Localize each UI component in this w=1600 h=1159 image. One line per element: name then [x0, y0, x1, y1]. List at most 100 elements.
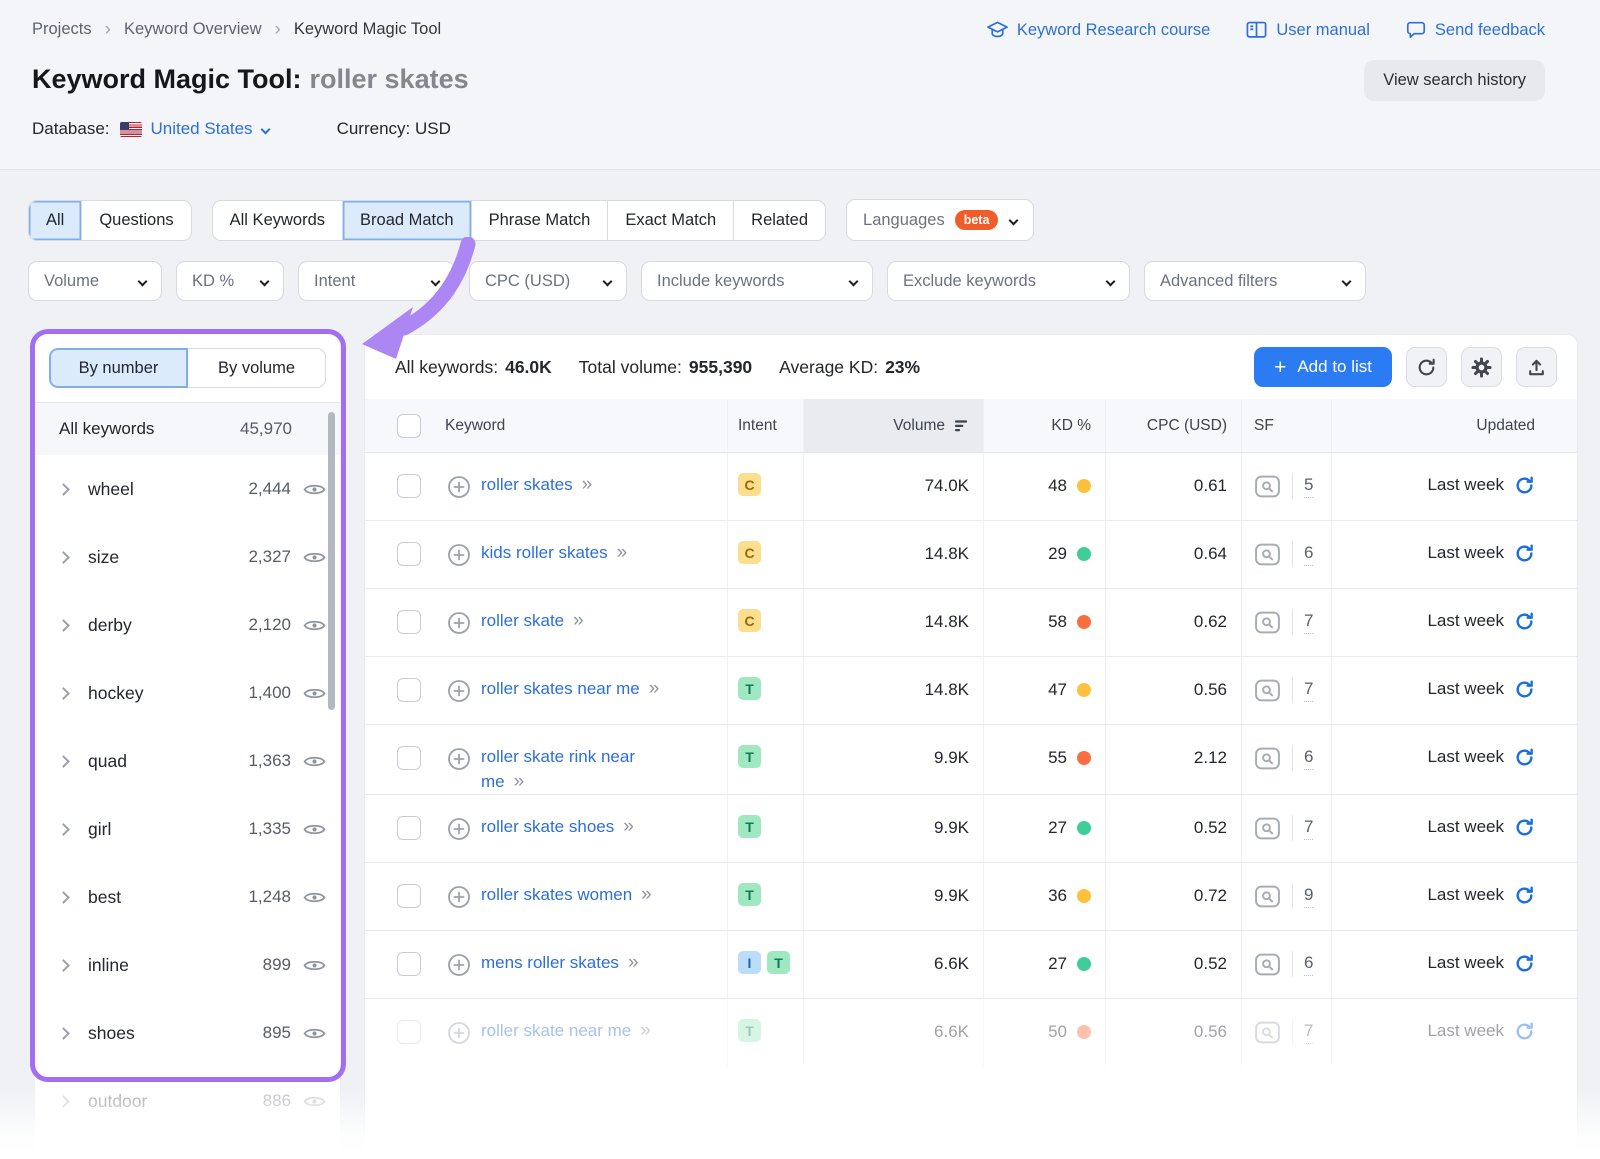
refresh-metrics-icon[interactable] — [1514, 1021, 1535, 1042]
serp-features-icon[interactable] — [1254, 746, 1281, 771]
row-checkbox[interactable] — [397, 952, 421, 976]
view-search-history-button[interactable]: View search history — [1364, 60, 1545, 101]
tab-questions[interactable]: Questions — [82, 201, 190, 240]
chevron-right-icon[interactable] — [57, 959, 70, 972]
chevron-right-icon[interactable] — [57, 755, 70, 768]
keyword-link[interactable]: roller skate shoes — [481, 817, 614, 836]
sidebar-group-quad[interactable]: quad 1,363 — [35, 727, 340, 795]
chevron-right-icon[interactable] — [57, 619, 70, 632]
row-checkbox[interactable] — [397, 816, 421, 840]
expand-keyword-icon[interactable]: » — [573, 610, 585, 631]
sidebar-group-girl[interactable]: girl 1,335 — [35, 795, 340, 863]
expand-keyword-icon[interactable]: » — [623, 816, 635, 837]
breadcrumb-item[interactable]: Keyword Magic Tool — [294, 20, 441, 39]
chevron-right-icon[interactable] — [57, 891, 70, 904]
refresh-button[interactable] — [1406, 347, 1447, 387]
row-checkbox[interactable] — [397, 1020, 421, 1044]
refresh-metrics-icon[interactable] — [1514, 953, 1535, 974]
keyword-link[interactable]: roller skates near me — [481, 679, 640, 698]
filter-advanced-filters[interactable]: Advanced filters — [1144, 261, 1366, 301]
eye-icon[interactable] — [303, 550, 326, 565]
column-header-volume[interactable]: Volume — [803, 399, 983, 452]
serp-features-icon[interactable] — [1254, 952, 1281, 977]
sidebar-group-derby[interactable]: derby 2,120 — [35, 591, 340, 659]
tab-all[interactable]: All — [29, 201, 82, 240]
expand-keyword-icon[interactable]: » — [628, 952, 640, 973]
eye-icon[interactable] — [303, 890, 326, 905]
header-link[interactable]: Send feedback — [1406, 20, 1545, 40]
filter-cpc-usd-[interactable]: CPC (USD) — [469, 261, 627, 301]
sidebar-item-all-keywords[interactable]: All keywords 45,970 — [35, 403, 340, 455]
expand-keyword-icon[interactable]: » — [649, 678, 661, 699]
sf-count[interactable]: 7 — [1304, 817, 1313, 840]
sf-count[interactable]: 5 — [1304, 475, 1313, 498]
refresh-metrics-icon[interactable] — [1514, 885, 1535, 906]
expand-keyword-icon[interactable]: » — [617, 542, 629, 563]
refresh-metrics-icon[interactable] — [1514, 543, 1535, 564]
row-checkbox[interactable] — [397, 678, 421, 702]
breadcrumb-item[interactable]: Projects — [32, 20, 92, 39]
keyword-link[interactable]: roller skate near me — [481, 1021, 631, 1040]
chevron-right-icon[interactable] — [57, 687, 70, 700]
sidebar-group-shoes[interactable]: shoes 895 — [35, 999, 340, 1067]
breadcrumb-item[interactable]: Keyword Overview — [124, 20, 262, 39]
row-checkbox[interactable] — [397, 474, 421, 498]
sf-count[interactable]: 6 — [1304, 543, 1313, 566]
filter-kd-[interactable]: KD % — [176, 261, 284, 301]
add-keyword-icon[interactable] — [447, 885, 471, 909]
eye-icon[interactable] — [303, 1026, 326, 1041]
add-keyword-icon[interactable] — [447, 747, 471, 771]
eye-icon[interactable] — [303, 1094, 326, 1109]
chevron-right-icon[interactable] — [57, 1027, 70, 1040]
chevron-right-icon[interactable] — [57, 483, 70, 496]
serp-features-icon[interactable] — [1254, 884, 1281, 909]
sf-count[interactable]: 7 — [1304, 611, 1313, 634]
tab-exact-match[interactable]: Exact Match — [608, 201, 734, 240]
sf-count[interactable]: 7 — [1304, 679, 1313, 702]
sidebar-group-outdoor[interactable]: outdoor 886 — [35, 1067, 340, 1135]
chevron-right-icon[interactable] — [57, 823, 70, 836]
refresh-metrics-icon[interactable] — [1514, 679, 1535, 700]
eye-icon[interactable] — [303, 482, 326, 497]
serp-features-icon[interactable] — [1254, 816, 1281, 841]
refresh-metrics-icon[interactable] — [1514, 611, 1535, 632]
add-keyword-icon[interactable] — [447, 543, 471, 567]
filter-include-keywords[interactable]: Include keywords — [641, 261, 873, 301]
settings-button[interactable] — [1461, 347, 1502, 387]
keyword-link[interactable]: roller skates — [481, 475, 573, 494]
tab-by-volume[interactable]: By volume — [188, 348, 326, 388]
languages-dropdown[interactable]: Languages beta — [846, 199, 1034, 241]
add-keyword-icon[interactable] — [447, 475, 471, 499]
tab-related[interactable]: Related — [734, 201, 825, 240]
sf-count[interactable]: 9 — [1304, 885, 1313, 908]
add-keyword-icon[interactable] — [447, 953, 471, 977]
refresh-metrics-icon[interactable] — [1514, 817, 1535, 838]
database-selector[interactable]: United States — [151, 119, 269, 139]
keyword-link[interactable]: roller skate rink near me — [481, 747, 635, 791]
expand-keyword-icon[interactable]: » — [641, 884, 653, 905]
serp-features-icon[interactable] — [1254, 610, 1281, 635]
tab-all-keywords[interactable]: All Keywords — [213, 201, 343, 240]
eye-icon[interactable] — [303, 618, 326, 633]
sf-count[interactable]: 7 — [1304, 1021, 1313, 1044]
row-checkbox[interactable] — [397, 746, 421, 770]
expand-keyword-icon[interactable]: » — [514, 771, 526, 792]
sidebar-group-best[interactable]: best 1,248 — [35, 863, 340, 931]
sidebar-group-wheel[interactable]: wheel 2,444 — [35, 455, 340, 523]
sidebar-group-inline[interactable]: inline 899 — [35, 931, 340, 999]
refresh-metrics-icon[interactable] — [1514, 475, 1535, 496]
add-to-list-button[interactable]: + Add to list — [1254, 347, 1392, 387]
add-keyword-icon[interactable] — [447, 1021, 471, 1045]
add-keyword-icon[interactable] — [447, 679, 471, 703]
serp-features-icon[interactable] — [1254, 1020, 1281, 1045]
tab-by-number[interactable]: By number — [49, 348, 188, 388]
filter-intent[interactable]: Intent — [298, 261, 455, 301]
expand-keyword-icon[interactable]: » — [582, 474, 594, 495]
chevron-right-icon[interactable] — [57, 1095, 70, 1108]
eye-icon[interactable] — [303, 958, 326, 973]
serp-features-icon[interactable] — [1254, 474, 1281, 499]
sidebar-group-hockey[interactable]: hockey 1,400 — [35, 659, 340, 727]
header-link[interactable]: Keyword Research course — [987, 20, 1211, 40]
add-keyword-icon[interactable] — [447, 611, 471, 635]
expand-keyword-icon[interactable]: » — [640, 1020, 652, 1041]
